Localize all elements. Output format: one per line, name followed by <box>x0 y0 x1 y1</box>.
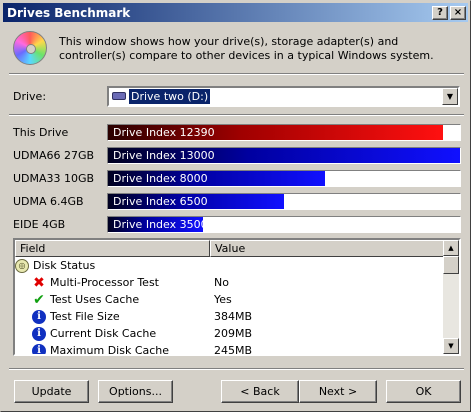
list-body: ◎ Disk Status ✖ Multi-Processor Test No ✔ T… <box>15 257 443 356</box>
next-button[interactable]: Next > <box>299 380 377 403</box>
value-text: No <box>214 276 229 289</box>
help-button[interactable]: ? <box>432 5 448 20</box>
benchmark-label: This Drive <box>13 126 69 139</box>
hard-drive-icon <box>112 92 126 100</box>
info-icon: i <box>32 343 46 354</box>
benchmark-row-udma33: UDMA33 10GB Drive Index 8000 <box>13 167 461 190</box>
list-item[interactable]: i Current Disk Cache 209MB <box>15 325 443 342</box>
ok-button[interactable]: OK <box>386 380 461 403</box>
red-x-icon: ✖ <box>33 274 45 291</box>
info-icon: i <box>32 309 46 324</box>
description-text: This window shows how your drive(s), sto… <box>59 35 434 62</box>
close-button[interactable]: × <box>450 5 466 20</box>
field-text: Test Uses Cache <box>50 293 140 306</box>
list-header: Field Value <box>15 240 459 257</box>
benchmark-row-udma-6gb: UDMA 6.4GB Drive Index 6500 <box>13 190 461 213</box>
benchmark-index-text: Drive Index 3500 <box>113 218 208 231</box>
benchmark-index-text: Drive Index 12390 <box>113 126 215 139</box>
benchmark-label: UDMA 6.4GB <box>13 195 84 208</box>
window-title: Drives Benchmark <box>7 5 131 20</box>
green-check-icon: ✔ <box>33 291 45 308</box>
scroll-thumb[interactable] <box>443 256 459 274</box>
list-item[interactable]: ✖ Multi-Processor Test No <box>15 274 443 291</box>
list-item[interactable]: ◎ Disk Status <box>15 257 443 274</box>
update-button[interactable]: Update <box>14 380 89 403</box>
list-item[interactable]: ✔ Test Uses Cache Yes <box>15 291 443 308</box>
field-text: Disk Status <box>33 259 96 272</box>
value-text: 209MB <box>214 327 253 340</box>
benchmark-index-text: Drive Index 6500 <box>113 195 208 208</box>
field-text: Current Disk Cache <box>50 327 157 340</box>
benchmark-row-this-drive: This Drive Drive Index 12390 <box>13 121 461 144</box>
divider <box>9 114 464 116</box>
divider <box>9 368 464 370</box>
benchmark-bars: This Drive Drive Index 12390 UDMA66 27GB… <box>13 121 461 236</box>
field-text: Multi-Processor Test <box>50 276 159 289</box>
options-button[interactable]: Options... <box>98 380 173 403</box>
benchmark-bar-track: Drive Index 3500 <box>107 216 461 233</box>
benchmark-row-udma66: UDMA66 27GB Drive Index 13000 <box>13 144 461 167</box>
status-icon: ◎ <box>15 258 29 273</box>
benchmark-bar-track: Drive Index 13000 <box>107 147 461 164</box>
details-list[interactable]: Field Value ◎ Disk Status ✖ Multi-Processo… <box>13 238 461 356</box>
title-bar[interactable]: Drives Benchmark ? × <box>3 3 468 22</box>
benchmark-label: EIDE 4GB <box>13 218 66 231</box>
header: This window shows how your drive(s), sto… <box>9 29 464 69</box>
info-icon: i <box>32 326 46 341</box>
drive-dropdown[interactable]: Drive two (D:) ▼ <box>107 85 460 107</box>
value-text: 245MB <box>214 344 253 356</box>
value-text: Yes <box>214 293 232 306</box>
back-button[interactable]: < Back <box>221 380 299 403</box>
list-item[interactable]: i Test File Size 384MB <box>15 308 443 325</box>
dropdown-arrow-icon[interactable]: ▼ <box>442 87 458 105</box>
column-header-value[interactable]: Value <box>210 240 445 257</box>
cd-disc-icon <box>13 31 47 65</box>
list-item[interactable]: i Maximum Disk Cache 245MB <box>15 342 443 356</box>
scroll-up-arrow-icon[interactable]: ▲ <box>443 240 459 256</box>
benchmark-row-eide: EIDE 4GB Drive Index 3500 <box>13 213 461 236</box>
benchmark-label: UDMA33 10GB <box>13 172 95 185</box>
benchmark-label: UDMA66 27GB <box>13 149 95 162</box>
benchmark-bar-track: Drive Index 12390 <box>107 124 461 141</box>
benchmark-index-text: Drive Index 8000 <box>113 172 208 185</box>
benchmark-bar-track: Drive Index 8000 <box>107 170 461 187</box>
scroll-down-arrow-icon[interactable]: ▼ <box>443 338 459 354</box>
drive-label: Drive: <box>13 89 47 103</box>
vertical-scrollbar[interactable]: ▲ ▼ <box>443 240 459 354</box>
benchmark-bar-track: Drive Index 6500 <box>107 193 461 210</box>
drives-benchmark-window: Drives Benchmark ? × This window shows h… <box>0 0 471 412</box>
column-header-field[interactable]: Field <box>15 240 210 257</box>
drive-selector-row: Drive: Drive two (D:) ▼ <box>13 85 460 107</box>
benchmark-index-text: Drive Index 13000 <box>113 149 215 162</box>
divider <box>9 73 464 75</box>
field-text: Maximum Disk Cache <box>50 344 170 356</box>
drive-selected-value: Drive two (D:) <box>129 88 211 104</box>
value-text: 384MB <box>214 310 253 323</box>
field-text: Test File Size <box>50 310 120 323</box>
